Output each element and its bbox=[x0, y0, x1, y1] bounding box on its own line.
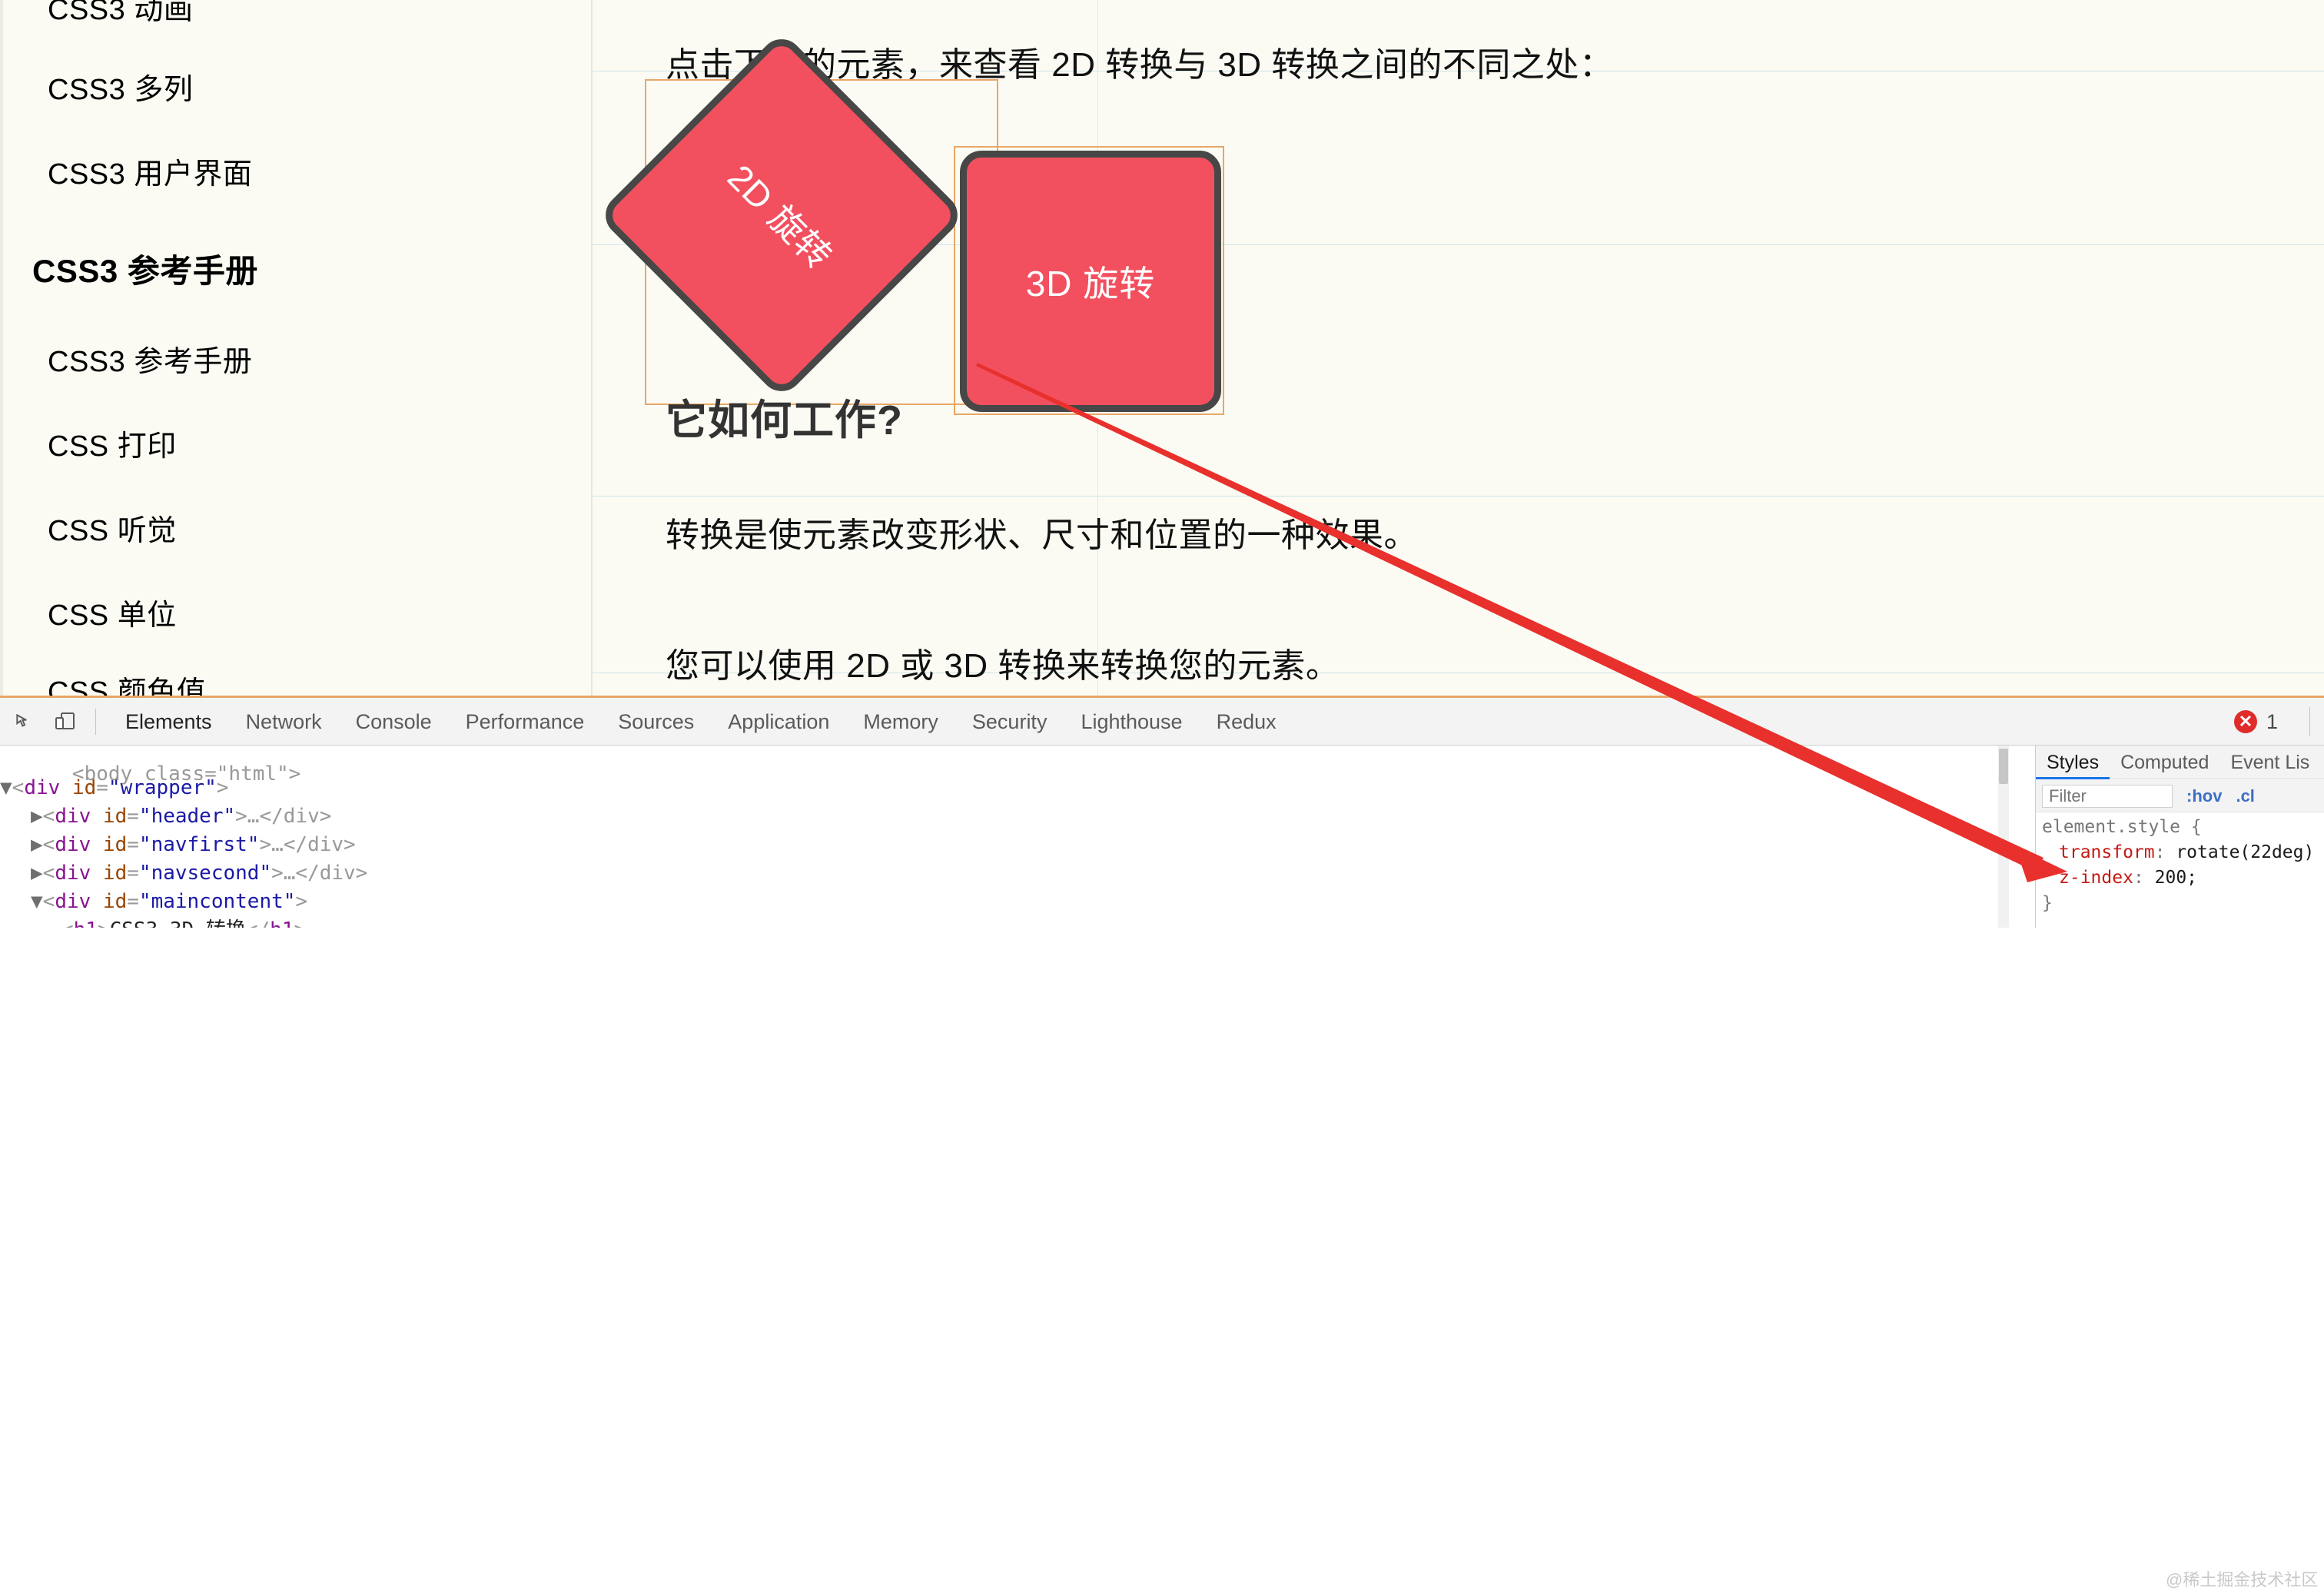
sidebar-item-label: CSS 听觉 bbox=[48, 515, 177, 547]
tab-console[interactable]: Console bbox=[339, 698, 449, 746]
style-rule-selector: element.style { bbox=[2042, 815, 2324, 840]
sidebar-item-css3-animation[interactable]: CSS3 动画 bbox=[48, 0, 193, 25]
body-paragraph-2: 您可以使用 2D 或 3D 转换来转换您的元素。 bbox=[666, 647, 1340, 685]
style-rule-close: } bbox=[2042, 891, 2324, 916]
dom-attr-value: header bbox=[151, 805, 224, 828]
styles-pane: Styles Computed Event Lis :hov .cl eleme… bbox=[2035, 746, 2324, 928]
dom-line-navsecond[interactable]: ▶<div id="navsecond">…</div> bbox=[0, 859, 2014, 888]
style-property-value: rotate(22deg) bbox=[2176, 842, 2315, 862]
dom-tag: div bbox=[55, 890, 91, 913]
dom-attr-value: navfirst bbox=[151, 833, 247, 856]
tab-redux[interactable]: Redux bbox=[1200, 698, 1293, 746]
tab-security[interactable]: Security bbox=[955, 698, 1064, 746]
dom-tree-scrollbar-thumb[interactable] bbox=[1999, 749, 2008, 784]
sidebar-item-css3-reference[interactable]: CSS3 参考手册 bbox=[48, 347, 252, 377]
dom-line-suffix: …</div> bbox=[283, 862, 368, 885]
sidebar-item-css3-ui[interactable]: CSS3 用户界面 bbox=[48, 160, 252, 189]
tab-memory[interactable]: Memory bbox=[846, 698, 955, 746]
sidebar-item-label: CSS3 参考手册 bbox=[48, 346, 253, 378]
style-property-name: z-index bbox=[2059, 868, 2133, 888]
sidebar-item-label: CSS3 用户界面 bbox=[48, 158, 253, 191]
dom-attr: id bbox=[102, 862, 128, 885]
tab-lighthouse[interactable]: Lighthouse bbox=[1064, 698, 1199, 746]
styles-filter-bar: :hov .cl bbox=[2036, 780, 2324, 812]
sidebar-rail bbox=[0, 0, 3, 696]
dom-attr: id bbox=[102, 890, 128, 913]
sidebar-item-label: CSS 单位 bbox=[48, 600, 177, 632]
sidebar-navigation: CSS3 动画 CSS3 多列 CSS3 用户界面 CSS3 参考手册 CSS3… bbox=[0, 0, 593, 696]
tab-event-listeners[interactable]: Event Lis bbox=[2219, 746, 2320, 779]
dom-attr: id bbox=[102, 805, 128, 828]
main-content: 点击下面的元素，来查看 2D 转换与 3D 转换之间的不同之处： 3D 旋转 2… bbox=[594, 0, 2324, 696]
pseudo-cls-button[interactable]: .cl bbox=[2236, 786, 2254, 806]
browser-page-viewport: CSS3 动画 CSS3 多列 CSS3 用户界面 CSS3 参考手册 CSS3… bbox=[0, 0, 2324, 696]
dom-line-suffix: …</div> bbox=[247, 805, 332, 828]
expand-toggle-icon[interactable]: ▼ bbox=[31, 890, 43, 913]
tab-network[interactable]: Network bbox=[229, 698, 339, 746]
sidebar-item-label: CSS3 多列 bbox=[48, 74, 194, 106]
tab-computed[interactable]: Computed bbox=[2110, 746, 2219, 779]
watermark-label: @稀土掘金技术社区 bbox=[2166, 1570, 2319, 1589]
tab-styles[interactable]: Styles bbox=[2036, 746, 2110, 779]
pseudo-hov-button[interactable]: :hov bbox=[2186, 786, 2222, 806]
sidebar-item-label: CSS 打印 bbox=[48, 430, 177, 463]
device-toolbar-icon[interactable] bbox=[48, 704, 83, 739]
dom-tag: h1 bbox=[270, 918, 294, 928]
dom-tag: div bbox=[55, 862, 91, 885]
inspect-element-icon[interactable] bbox=[6, 704, 42, 739]
dom-tag: div bbox=[55, 805, 91, 828]
tab-performance[interactable]: Performance bbox=[449, 698, 602, 746]
sidebar-item-css3-multicol[interactable]: CSS3 多列 bbox=[48, 75, 193, 105]
dom-line-navfirst[interactable]: ▶<div id="navfirst">…</div> bbox=[0, 831, 2014, 859]
dom-tree-pane[interactable]: <body class="html"> ▼<div id="wrapper"> … bbox=[0, 746, 2014, 928]
sidebar-heading-label: CSS3 参考手册 bbox=[32, 253, 258, 289]
dom-tag: h1 bbox=[74, 918, 98, 928]
styles-rule-list: element.style { transform: rotate(22deg)… bbox=[2036, 815, 2324, 928]
demo-box-3d-rotate[interactable]: 3D 旋转 bbox=[960, 151, 1221, 412]
style-rule-close-text: } bbox=[2042, 893, 2053, 913]
expand-toggle-icon[interactable]: ▶ bbox=[31, 833, 43, 856]
section-heading-how-it-works: 它如何工作? bbox=[666, 397, 903, 443]
style-rule-selector-text: element.style { bbox=[2042, 817, 2202, 837]
styles-tab-bar: Styles Computed Event Lis bbox=[2036, 746, 2324, 779]
toolbar-divider bbox=[2309, 707, 2310, 736]
style-declaration-zindex[interactable]: z-index: 200; bbox=[2042, 865, 2324, 891]
error-count-badge[interactable]: ✕ 1 bbox=[2233, 698, 2278, 746]
error-count-label: 1 bbox=[2266, 709, 2278, 733]
dom-line-maincontent[interactable]: ▼<div id="maincontent"> bbox=[0, 888, 2014, 916]
tab-application[interactable]: Application bbox=[711, 698, 846, 746]
dom-line-wrapper[interactable]: ▼<div id="wrapper"> bbox=[0, 774, 2014, 802]
dom-line-suffix: …</div> bbox=[271, 833, 356, 856]
dom-attr: id bbox=[102, 833, 128, 856]
dom-line-body[interactable]: <body class="html"> bbox=[0, 746, 2014, 786]
devtools-tab-bar: Elements Network Console Performance Sou… bbox=[0, 698, 2324, 746]
sidebar-heading-css3-reference: CSS3 参考手册 bbox=[32, 255, 258, 287]
demo-box-3d-label: 3D 旋转 bbox=[1025, 264, 1156, 304]
sidebar-item-label: CSS 颜色值 bbox=[48, 676, 207, 696]
dom-text-node: CSS3 3D 转换 bbox=[110, 918, 246, 928]
dom-line-header[interactable]: ▶<div id="header">…</div> bbox=[0, 802, 2014, 831]
tab-sources[interactable]: Sources bbox=[601, 698, 711, 746]
expand-toggle-icon[interactable]: ▶ bbox=[31, 862, 43, 885]
sidebar-item-css-units[interactable]: CSS 单位 bbox=[48, 601, 177, 630]
style-property-value: 200; bbox=[2154, 868, 2198, 888]
style-declaration-transform[interactable]: transform: rotate(22deg) bbox=[2042, 840, 2324, 865]
dom-line-h1[interactable]: <h1>CSS3 3D 转换</h1> bbox=[0, 916, 2014, 928]
sidebar-item-label: CSS3 动画 bbox=[48, 0, 194, 26]
dom-attr-value: navsecond bbox=[151, 862, 260, 885]
styles-filter-input[interactable] bbox=[2042, 784, 2173, 808]
sidebar-item-css-print[interactable]: CSS 打印 bbox=[48, 432, 177, 461]
devtools-panel: Elements Network Console Performance Sou… bbox=[0, 696, 2324, 1589]
demo-box-2d-label: 2D 旋转 bbox=[719, 157, 840, 277]
toolbar-divider bbox=[95, 708, 96, 735]
sidebar-item-css-aural[interactable]: CSS 听觉 bbox=[48, 516, 177, 546]
error-circle-x-icon: ✕ bbox=[2233, 710, 2257, 733]
style-property-name: transform bbox=[2059, 842, 2155, 862]
tab-elements[interactable]: Elements bbox=[108, 698, 229, 746]
dom-line-body-text: <body class="html"> bbox=[71, 762, 301, 786]
dom-attr-value: maincontent bbox=[151, 890, 284, 913]
body-paragraph-1: 转换是使元素改变形状、尺寸和位置的一种效果。 bbox=[666, 516, 1418, 554]
sidebar-item-css-colors[interactable]: CSS 颜色值 bbox=[48, 678, 206, 696]
dom-tag: div bbox=[55, 833, 91, 856]
